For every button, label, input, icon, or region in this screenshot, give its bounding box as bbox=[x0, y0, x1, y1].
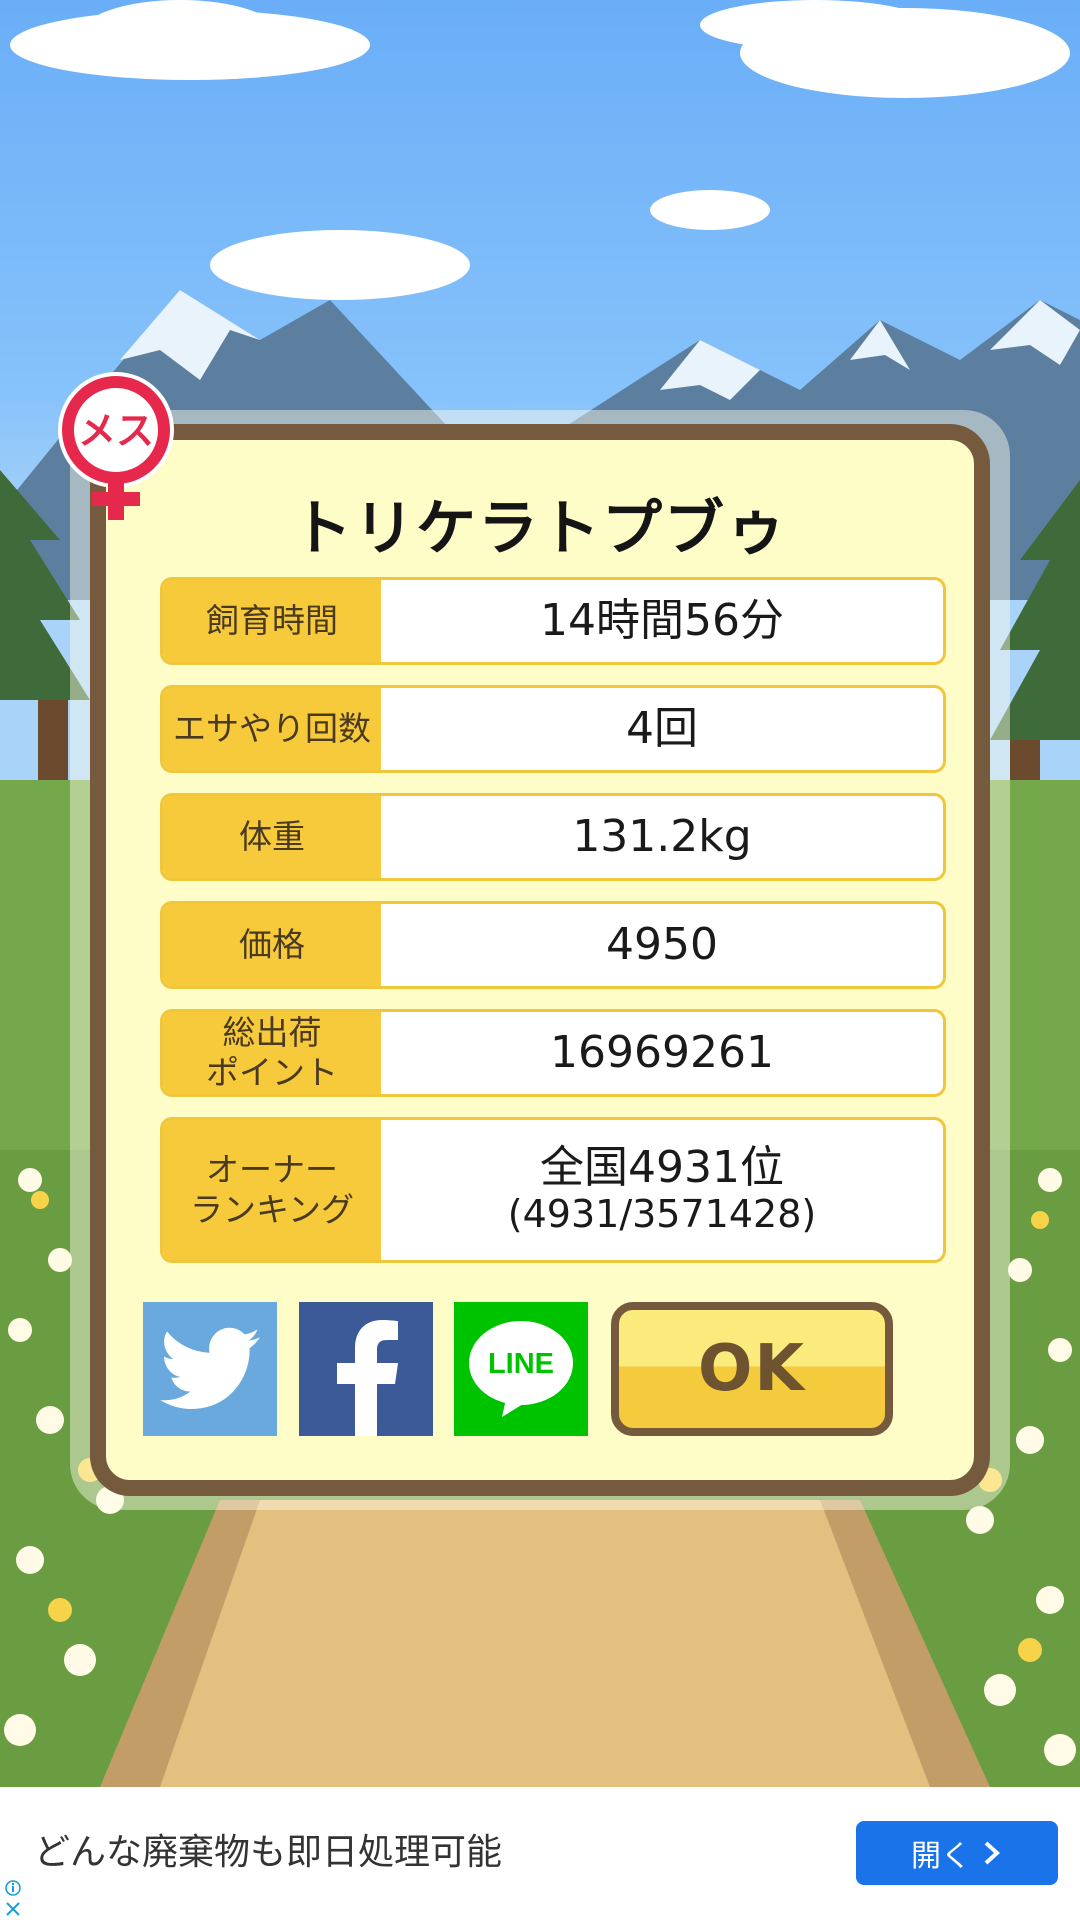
ad-choices[interactable] bbox=[4, 1879, 22, 1919]
line-icon: LINE bbox=[469, 1321, 573, 1417]
stat-value: 4回 bbox=[626, 702, 698, 754]
stat-label: エサやり回数 bbox=[163, 688, 381, 770]
stat-row-breeding-time: 飼育時間 14時間56分 bbox=[160, 577, 946, 665]
ranking-detail: (4931/3571428) bbox=[507, 1192, 817, 1237]
ad-open-label: 開く bbox=[911, 1839, 971, 1874]
venus-icon: メス bbox=[58, 372, 174, 520]
chevron-right-icon bbox=[984, 1841, 1000, 1865]
line-logo-text: LINE bbox=[488, 1348, 554, 1380]
info-icon bbox=[5, 1880, 21, 1896]
ad-open-button[interactable]: 開く bbox=[856, 1821, 1058, 1885]
stat-label: オーナー ランキング bbox=[163, 1120, 381, 1260]
ad-banner[interactable]: どんな廃棄物も即日処理可能 開く bbox=[0, 1787, 1080, 1920]
ok-button[interactable]: OK bbox=[611, 1302, 893, 1436]
stat-label: 価格 bbox=[163, 904, 381, 986]
line-share-button[interactable]: LINE bbox=[454, 1302, 588, 1436]
result-dialog: トリケラトプブゥ 飼育時間 14時間56分 エサやり回数 4回 体重 131.2… bbox=[90, 424, 990, 1496]
close-icon bbox=[6, 1902, 20, 1916]
stat-label-line: オーナー bbox=[205, 1150, 338, 1190]
stat-value: 14時間56分 bbox=[540, 594, 784, 646]
stat-label-line: ランキング bbox=[189, 1190, 354, 1229]
facebook-share-button[interactable] bbox=[299, 1302, 433, 1436]
stat-value: 4950 bbox=[606, 918, 718, 970]
twitter-share-button[interactable] bbox=[143, 1302, 277, 1436]
stat-value: 全国4931位 (4931/3571428) bbox=[381, 1120, 943, 1260]
stat-label: 総出荷 ポイント bbox=[163, 1012, 381, 1094]
stat-row-shipping-points: 総出荷 ポイント 16969261 bbox=[160, 1009, 946, 1097]
stat-value: 131.2kg bbox=[572, 810, 752, 862]
stat-value: 16969261 bbox=[550, 1026, 774, 1078]
stat-label-line: ポイント bbox=[206, 1053, 338, 1092]
twitter-icon bbox=[160, 1327, 260, 1409]
gender-badge-label: メス bbox=[78, 409, 154, 453]
facebook-icon bbox=[337, 1320, 398, 1436]
stat-row-owner-ranking: オーナー ランキング 全国4931位 (4931/3571428) bbox=[160, 1117, 946, 1263]
stat-row-price: 価格 4950 bbox=[160, 901, 946, 989]
stat-label: 飼育時間 bbox=[163, 580, 381, 662]
stat-row-weight: 体重 131.2kg bbox=[160, 793, 946, 881]
stat-row-feed-count: エサやり回数 4回 bbox=[160, 685, 946, 773]
ranking-value: 全国4931位 bbox=[540, 1141, 784, 1193]
stat-label-line: 総出荷 bbox=[222, 1013, 322, 1053]
ad-text: どんな廃棄物も即日処理可能 bbox=[34, 1832, 503, 1873]
stat-label: 体重 bbox=[163, 796, 381, 878]
animal-name: トリケラトプブゥ bbox=[292, 494, 788, 564]
